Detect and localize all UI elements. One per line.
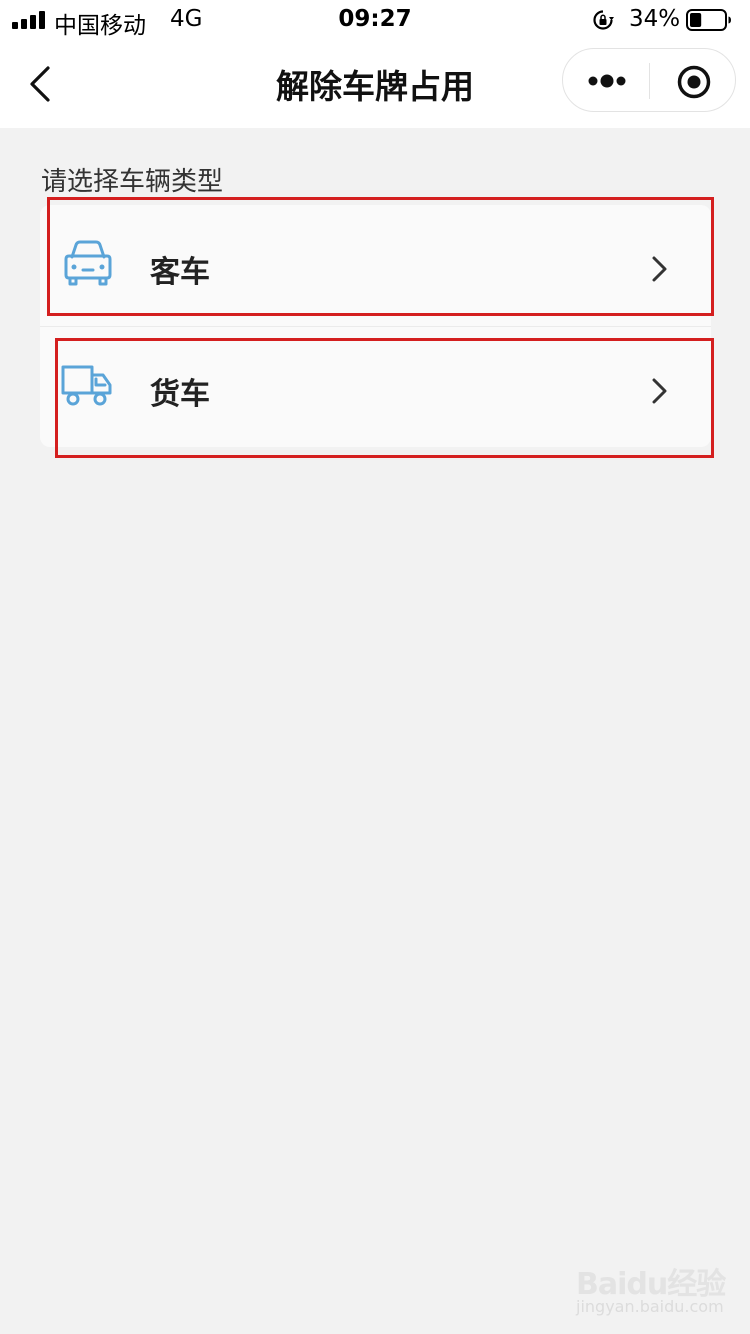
chevron-right-icon [652,378,667,404]
baidu-jingyan-watermark: Baidu经验 jingyan.baidu.com [574,1255,726,1319]
vehicle-type-passenger-car[interactable]: 客车 [40,205,711,325]
car-icon [64,240,112,286]
vehicle-type-list: 客车 货车 [40,205,711,447]
more-button[interactable] [563,49,649,113]
vehicle-type-truck[interactable]: 货车 [40,327,711,447]
nav-bar: 解除车牌占用 [0,40,750,128]
battery-icon [686,9,731,31]
rotation-lock-icon [593,10,614,30]
mini-program-capsule [562,48,736,112]
chevron-right-icon [652,256,667,282]
vehicle-type-label: 客车 [150,255,210,290]
watermark-url: jingyan.baidu.com [576,1297,724,1316]
truck-icon [61,365,112,406]
battery-percent: 34% [629,6,681,32]
target-circle-icon [677,65,711,99]
more-dots-icon [588,74,626,88]
vehicle-type-label: 货车 [150,377,210,412]
status-bar: 中国移动 4G 09:27 34% [0,0,750,40]
section-label: 请选择车辆类型 [41,167,224,197]
close-mini-program-button[interactable] [650,49,737,113]
